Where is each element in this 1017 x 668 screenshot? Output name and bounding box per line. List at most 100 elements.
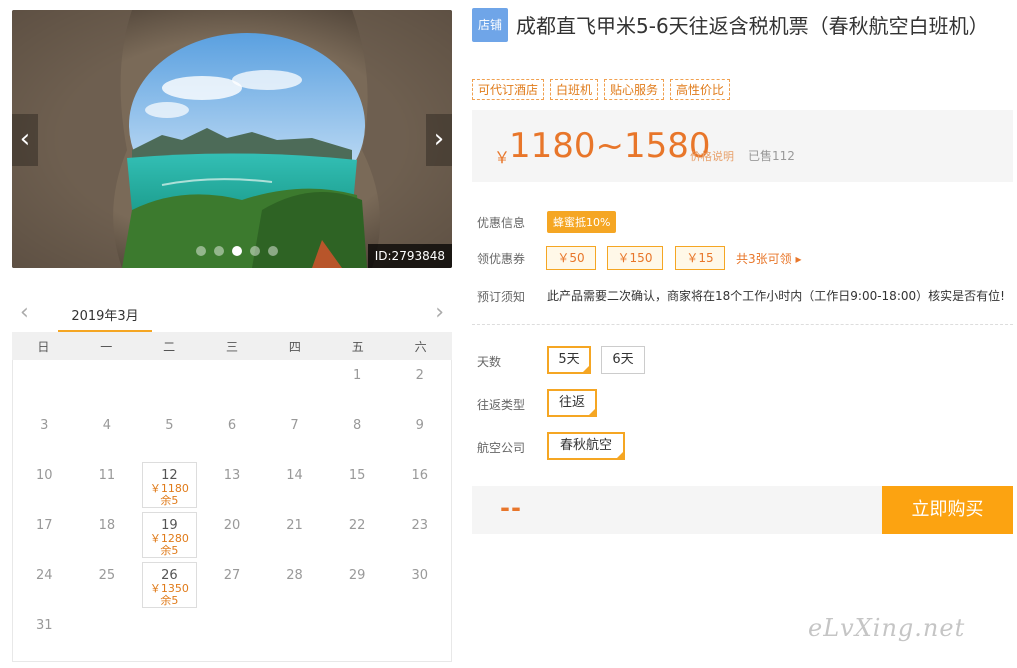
calendar-day: 15 bbox=[326, 460, 389, 510]
coupon-label: 领优惠券 bbox=[477, 252, 526, 266]
price-note-link[interactable]: 价格说明 bbox=[690, 148, 734, 164]
weekday-label: 六 bbox=[414, 339, 427, 354]
day-number: 31 bbox=[36, 618, 53, 633]
gallery-dot[interactable] bbox=[214, 246, 224, 256]
weekday-label: 一 bbox=[100, 339, 113, 354]
day-number: 17 bbox=[36, 518, 53, 533]
day-number: 1 bbox=[352, 368, 362, 383]
day-number: 16 bbox=[411, 468, 428, 483]
day-number: 18 bbox=[98, 518, 116, 533]
calendar-day: 14 bbox=[263, 460, 326, 510]
day-number: 12 bbox=[161, 468, 178, 483]
coupon-150[interactable]: ￥150 bbox=[607, 246, 663, 270]
gallery-dot[interactable] bbox=[196, 246, 206, 256]
day-number: 2 bbox=[415, 368, 424, 383]
calendar-day: 16 bbox=[388, 460, 451, 510]
calendar-day bbox=[138, 360, 201, 410]
day-number: 4 bbox=[102, 418, 111, 433]
calendar-day: 20 bbox=[201, 510, 264, 560]
calendar-day: 13 bbox=[201, 460, 264, 510]
feature-tag: 高性价比 bbox=[670, 79, 731, 100]
day-number: 20 bbox=[223, 518, 241, 533]
watermark: eLvXing.net bbox=[808, 614, 966, 642]
feature-tag: 贴心服务 bbox=[604, 79, 665, 100]
calendar-day: 24 bbox=[13, 560, 76, 610]
gallery-dot[interactable] bbox=[268, 246, 278, 256]
gallery-dot[interactable] bbox=[250, 246, 260, 256]
calendar-day: 28 bbox=[263, 560, 326, 610]
coupon-15[interactable]: ￥15 bbox=[675, 246, 725, 270]
weekday-label: 三 bbox=[225, 339, 238, 354]
day-number: 15 bbox=[348, 468, 366, 483]
trip-type-option[interactable]: 往返 bbox=[547, 389, 597, 417]
product-id-badge: ID:2793848 bbox=[367, 244, 452, 268]
day-number: 5 bbox=[165, 418, 174, 433]
promo-badge: 蜂蜜抵10% bbox=[547, 211, 617, 233]
calendar-day: 6 bbox=[201, 410, 264, 460]
calendar-day bbox=[201, 360, 264, 410]
product-title: 店铺 成都直飞甲米5-6天往返含税机票（春秋航空白班机） bbox=[472, 8, 1007, 42]
feature-tag: 可代订酒店 bbox=[472, 79, 545, 100]
day-number: 8 bbox=[352, 418, 362, 433]
weekday-label: 二 bbox=[163, 339, 176, 354]
product-title-row: 店铺 成都直飞甲米5-6天往返含税机票（春秋航空白班机） bbox=[472, 8, 1007, 42]
calendar-day-available[interactable]: 12 ￥1180 余5 bbox=[142, 462, 197, 508]
gallery-dot-active[interactable] bbox=[232, 246, 242, 256]
date-calendar: ‹ 2019年3月 › 日 一 二 三 四 五 六 1 2 3 4 5 6 7 8 9 10 11 1… bbox=[12, 296, 452, 662]
day-number: 9 bbox=[415, 418, 424, 433]
day-number: 23 bbox=[411, 518, 428, 533]
day-remaining: 余5 bbox=[160, 594, 179, 607]
day-number: 25 bbox=[98, 568, 116, 583]
weekday-label: 日 bbox=[37, 339, 50, 354]
day-number: 29 bbox=[348, 568, 366, 583]
purchase-bar: -- 立即购买 bbox=[472, 486, 1013, 534]
calendar-day: 10 bbox=[13, 460, 76, 510]
calendar-day: 30 bbox=[388, 560, 451, 610]
days-option-5[interactable]: 5天 bbox=[547, 346, 591, 374]
day-number: 30 bbox=[411, 568, 428, 583]
calendar-day bbox=[13, 360, 76, 410]
calendar-day: 31 bbox=[13, 610, 76, 660]
total-price: -- bbox=[500, 494, 522, 522]
calendar-day: 27 bbox=[201, 560, 264, 610]
airline-option[interactable]: 春秋航空 bbox=[547, 432, 625, 460]
coupon-total-link[interactable]: 共3张可领 ▸ bbox=[736, 250, 801, 267]
day-remaining: 余5 bbox=[160, 494, 179, 507]
gallery-photo bbox=[12, 10, 452, 268]
airline-label: 航空公司 bbox=[477, 441, 526, 455]
calendar-prev-month-button[interactable]: ‹ bbox=[20, 300, 29, 325]
gallery-next-button[interactable]: › bbox=[426, 114, 452, 166]
days-label: 天数 bbox=[477, 355, 502, 369]
calendar-day: 23 bbox=[388, 510, 451, 560]
shop-tag[interactable]: 店铺 bbox=[472, 8, 509, 42]
calendar-day: 2 bbox=[388, 360, 451, 410]
coupon-50[interactable]: ￥50 bbox=[546, 246, 596, 270]
day-number: 14 bbox=[286, 468, 303, 483]
notice-label: 预订须知 bbox=[477, 290, 526, 304]
calendar-weekday-row: 日 一 二 三 四 五 六 bbox=[12, 332, 452, 360]
buy-now-button[interactable]: 立即购买 bbox=[882, 486, 1013, 534]
calendar-day: 18 bbox=[76, 510, 139, 560]
day-number: 24 bbox=[36, 568, 53, 583]
day-number: 10 bbox=[36, 468, 53, 483]
calendar-day: 5 bbox=[138, 410, 201, 460]
calendar-day bbox=[263, 360, 326, 410]
calendar-day: 9 bbox=[388, 410, 451, 460]
days-option-6[interactable]: 6天 bbox=[601, 346, 645, 374]
calendar-day bbox=[76, 360, 139, 410]
calendar-day: 4 bbox=[76, 410, 139, 460]
day-number: 26 bbox=[161, 568, 178, 583]
calendar-month-tab[interactable]: 2019年3月 bbox=[58, 305, 152, 332]
gallery-prev-button[interactable]: ‹ bbox=[12, 114, 38, 166]
day-remaining: 余5 bbox=[160, 544, 179, 557]
gallery-dots bbox=[196, 246, 278, 256]
calendar-header: ‹ 2019年3月 › bbox=[12, 296, 452, 332]
day-number: 3 bbox=[40, 418, 49, 433]
calendar-day: 17 bbox=[13, 510, 76, 560]
calendar-next-month-button[interactable]: › bbox=[435, 300, 444, 325]
day-number: 7 bbox=[290, 418, 299, 433]
calendar-day-available[interactable]: 19 ￥1280 余5 bbox=[142, 512, 197, 558]
calendar-day-available[interactable]: 26 ￥1350 余5 bbox=[142, 562, 197, 608]
day-number: 19 bbox=[161, 518, 178, 533]
day-number: 13 bbox=[223, 468, 241, 483]
